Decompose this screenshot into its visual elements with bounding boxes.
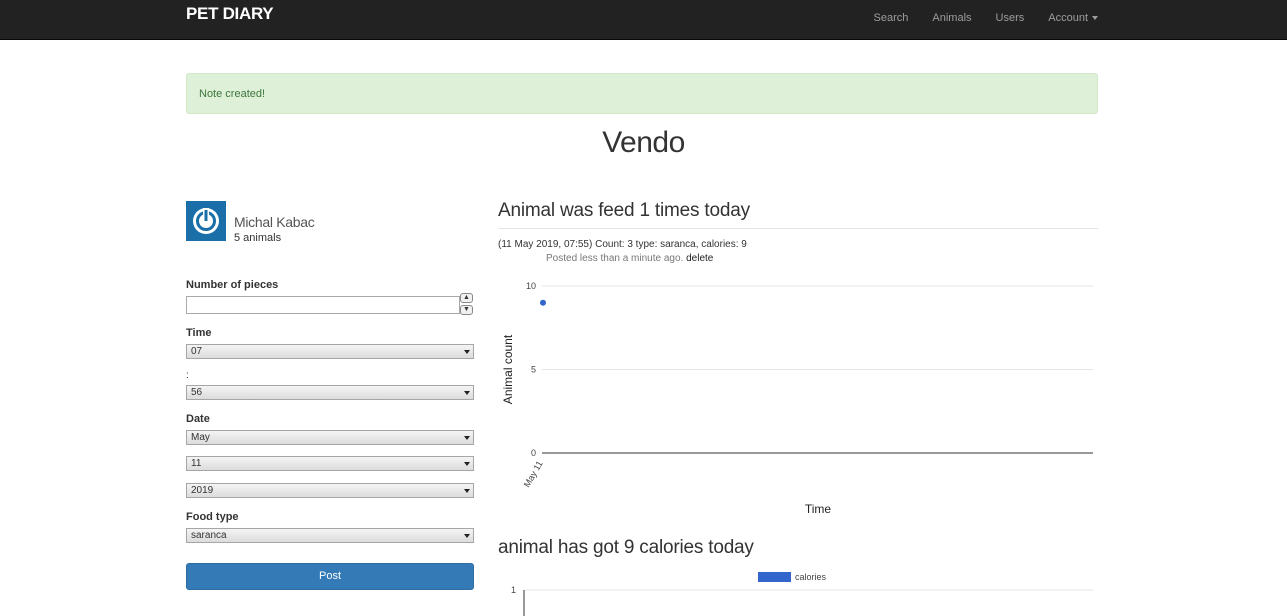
spin-up-button[interactable]: ▲ [460,293,473,303]
x-axis-label: Time [805,502,832,516]
success-alert: Note created! [186,73,1098,114]
dropdown-arrow-icon [464,462,470,466]
food-type-value: saranca [191,530,227,541]
food-type-label: Food type [186,511,239,523]
y-axis-label: Animal count [501,334,515,404]
page-title: Vendo [602,126,685,159]
y-tick-label: 10 [526,281,536,291]
delete-link[interactable]: delete [686,253,713,264]
date-label: Date [186,413,210,425]
feed-heading: Animal was feed 1 times today [498,200,750,221]
nav-account-label: Account [1048,12,1088,24]
year-select[interactable]: 2019 [186,483,474,498]
navbar: PET DIARY Search Animals Users Account [0,0,1287,40]
time-label: Time [186,327,212,339]
profile-animal-count: 5 animals [234,232,282,244]
month-select[interactable]: May [186,430,474,445]
spin-down-button[interactable]: ▼ [460,305,473,315]
dropdown-arrow-icon [464,489,470,493]
feed-count-chart: 0 5 10 May 11 Animal count Time [501,281,1093,516]
divider [498,228,1098,229]
nav-users[interactable]: Users [996,12,1025,24]
dropdown-arrow-icon [464,350,470,354]
hour-value: 07 [191,346,203,357]
time-separator: : [186,370,189,381]
day-value: 11 [191,458,202,469]
avatar [186,201,226,241]
food-type-select[interactable]: saranca [186,528,474,543]
nav-account-dropdown[interactable]: Account [1048,12,1098,24]
power-icon [193,208,219,234]
pieces-input[interactable] [186,296,460,314]
x-tick-label: May 11 [522,459,545,489]
nav-search[interactable]: Search [874,12,909,24]
posted-time: Posted less than a minute ago. [546,253,684,264]
profile-name[interactable]: Michal Kabac [234,214,315,230]
posted-info: Posted less than a minute ago. delete [546,253,713,264]
legend-swatch [758,572,791,582]
y-tick-label: 5 [531,365,536,375]
brand-logo[interactable]: PET DIARY [186,4,274,24]
alert-message: Note created! [199,88,266,100]
minute-select[interactable]: 56 [186,385,474,400]
data-point [540,299,546,306]
nav-links: Search Animals Users Account [850,12,1098,24]
pieces-label: Number of pieces [186,279,279,291]
legend-label: calories [795,572,827,582]
dropdown-arrow-icon [464,391,470,395]
hour-select[interactable]: 07 [186,344,474,359]
dropdown-arrow-icon [464,436,470,440]
feed-entry: (11 May 2019, 07:55) Count: 3 type: sara… [498,239,747,250]
calories-chart: calories 1 [511,572,1093,616]
caret-down-icon [1092,16,1098,21]
dropdown-arrow-icon [464,534,470,538]
month-value: May [191,432,210,443]
calories-heading: animal has got 9 calories today [498,537,754,558]
minute-value: 56 [191,387,203,398]
nav-animals[interactable]: Animals [932,12,971,24]
post-button[interactable]: Post [186,563,474,590]
year-value: 2019 [191,485,214,496]
day-select[interactable]: 11 [186,456,474,471]
y-tick-label: 0 [531,448,536,458]
y-tick-label: 1 [511,585,516,595]
